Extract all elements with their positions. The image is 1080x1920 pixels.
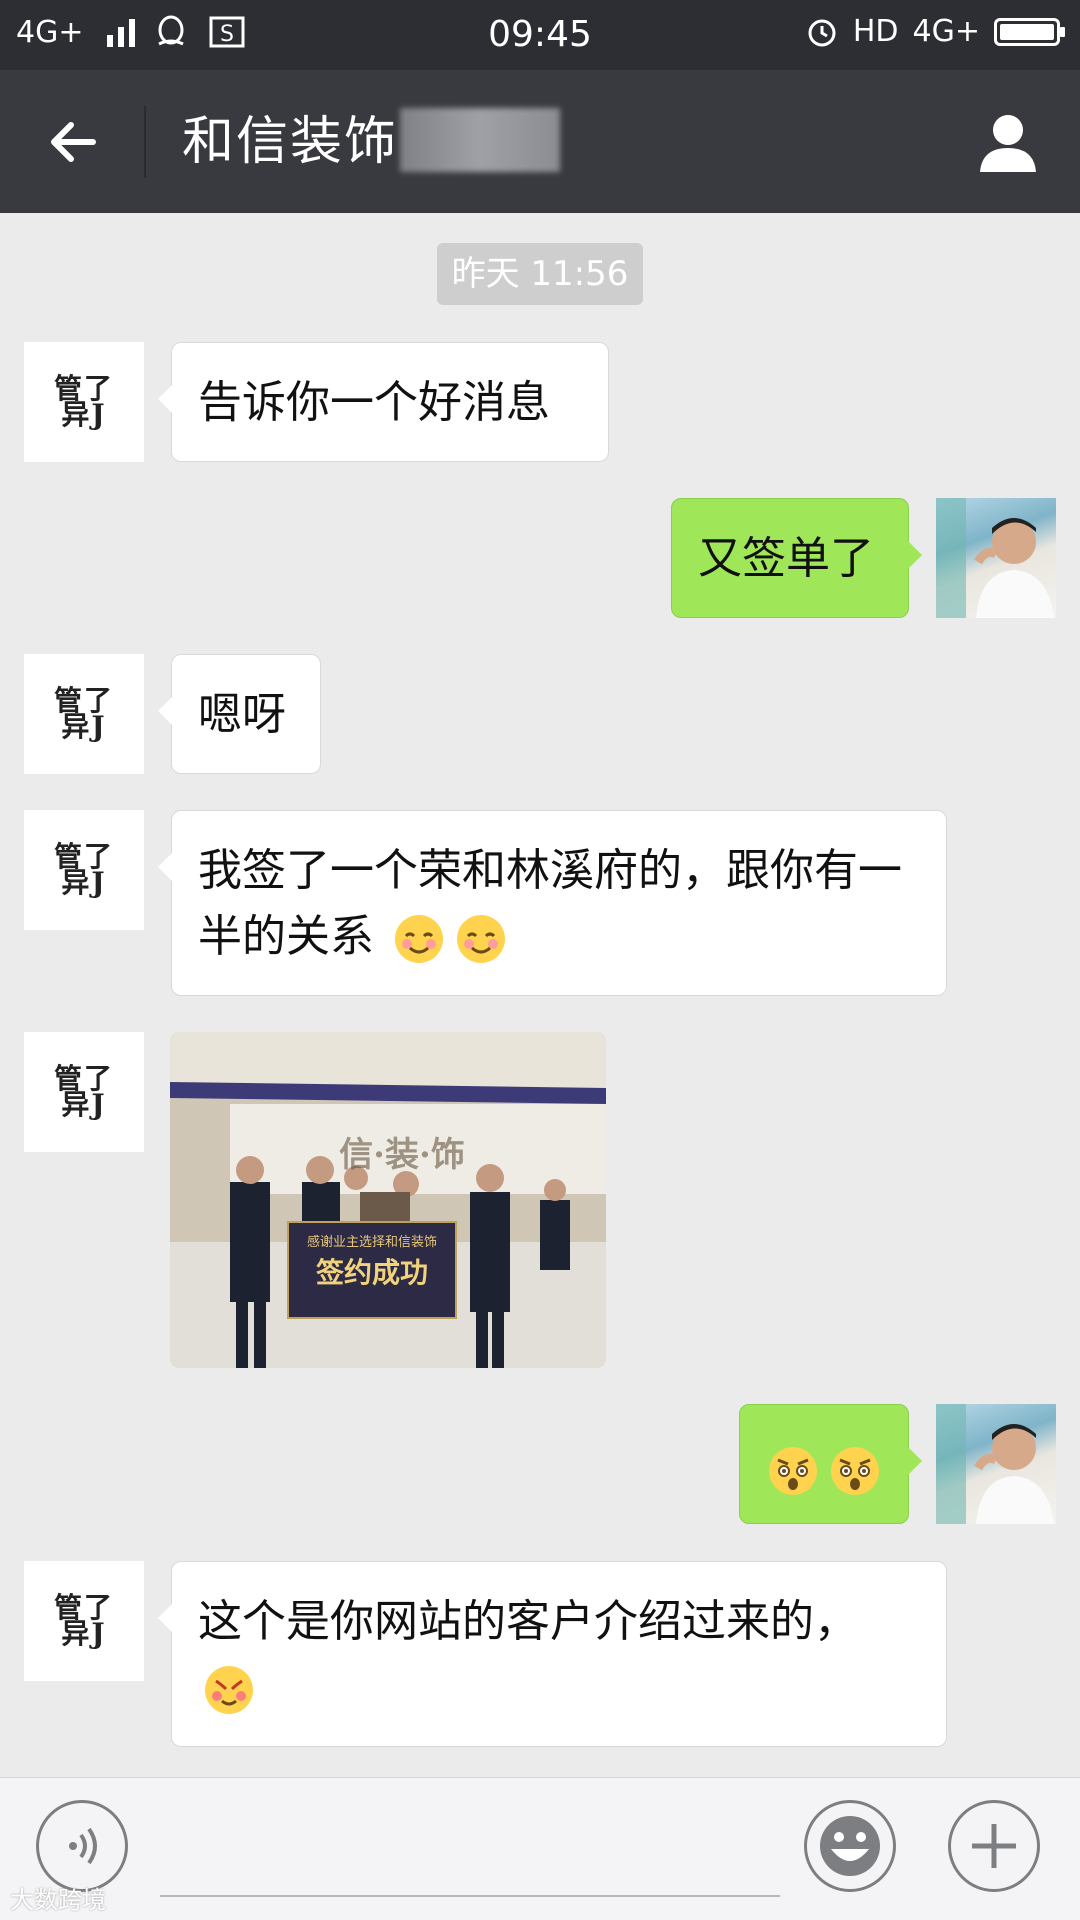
company-logo: 管了 异J	[53, 684, 114, 743]
blush-emoji-icon	[395, 915, 443, 963]
profile-icon	[980, 115, 1036, 172]
company-avatar[interactable]: 管了 异J	[24, 810, 144, 930]
message-timestamp: 昨天 11:56	[437, 243, 643, 305]
photo-wall-text: 信·装·饰	[339, 1135, 465, 1175]
header-divider	[144, 106, 146, 178]
company-avatar[interactable]: 管了 异J	[24, 654, 144, 774]
message-bubble-received[interactable]: 告诉你一个好消息	[158, 342, 609, 462]
message-text: 嗯呀	[198, 689, 286, 740]
message-text: 告诉你一个好消息	[198, 377, 550, 428]
plus-icon	[972, 1824, 1016, 1868]
chat-title: 和信装饰	[182, 112, 399, 172]
shocked-emoji-icon	[831, 1447, 879, 1495]
hd-label: HD	[852, 14, 899, 49]
emoji-icon	[820, 1816, 880, 1876]
voice-button[interactable]	[36, 1800, 128, 1892]
emoji-button[interactable]	[804, 1800, 896, 1892]
title-redaction	[400, 108, 560, 172]
message-bubble-sent[interactable]	[739, 1404, 922, 1524]
user-photo	[936, 498, 1054, 618]
company-avatar[interactable]: 管了 异J	[24, 1032, 144, 1152]
back-arrow-icon	[51, 122, 96, 162]
back-button[interactable]	[40, 110, 104, 174]
input-bar	[0, 1777, 1080, 1920]
company-avatar[interactable]: 管了 异J	[24, 1561, 144, 1681]
status-right: HD 4G+	[805, 14, 1065, 49]
contract-signing-photo: 感谢业主选择和信装饰 签约成功 信·装·饰	[170, 1032, 606, 1368]
battery-icon	[994, 17, 1065, 46]
message-bubble-sent[interactable]: 又签单了	[671, 498, 922, 618]
message-text: 我签了一个荣和林溪府的，跟你有一半的关系	[198, 845, 902, 962]
message-input-field[interactable]	[160, 1895, 780, 1897]
voice-icon	[69, 1827, 97, 1865]
company-logo: 管了 异J	[53, 1062, 114, 1121]
shocked-emoji-icon	[769, 1447, 817, 1495]
status-bar: 4G+ S 09:45 HD 4G+	[0, 0, 1080, 70]
user-avatar[interactable]	[936, 498, 1056, 618]
message-text: 又签单了	[698, 533, 874, 584]
smitten-emoji-icon	[205, 1666, 253, 1714]
company-logo: 管了 异J	[53, 840, 114, 899]
message-bubble-received[interactable]: 我签了一个荣和林溪府的，跟你有一半的关系	[158, 810, 947, 996]
photo-banner-text: 签约成功	[316, 1256, 428, 1289]
more-button[interactable]	[948, 1800, 1040, 1892]
photo-message[interactable]: 感谢业主选择和信装饰 签约成功 信·装·饰	[170, 1032, 606, 1368]
message-text: 这个是你网站的客户介绍过来的，	[198, 1596, 858, 1647]
chat-header: 和信装饰	[0, 70, 1080, 213]
profile-button[interactable]	[972, 106, 1044, 178]
company-avatar[interactable]: 管了 异J	[24, 342, 144, 462]
user-photo	[936, 1404, 1054, 1524]
alarm-icon	[808, 19, 836, 46]
photo-sign-line: 感谢业主选择和信装饰	[307, 1234, 437, 1250]
watermark: 大数跨境	[10, 1886, 106, 1914]
company-logo: 管了 异J	[53, 372, 114, 431]
network-label-right: 4G+	[912, 14, 980, 49]
blush-emoji-icon	[457, 915, 505, 963]
company-logo: 管了 异J	[53, 1591, 114, 1650]
message-bubble-received[interactable]: 这个是你网站的客户介绍过来的，	[158, 1561, 947, 1747]
message-bubble-received[interactable]: 嗯呀	[158, 654, 321, 774]
user-avatar[interactable]	[936, 1404, 1056, 1524]
